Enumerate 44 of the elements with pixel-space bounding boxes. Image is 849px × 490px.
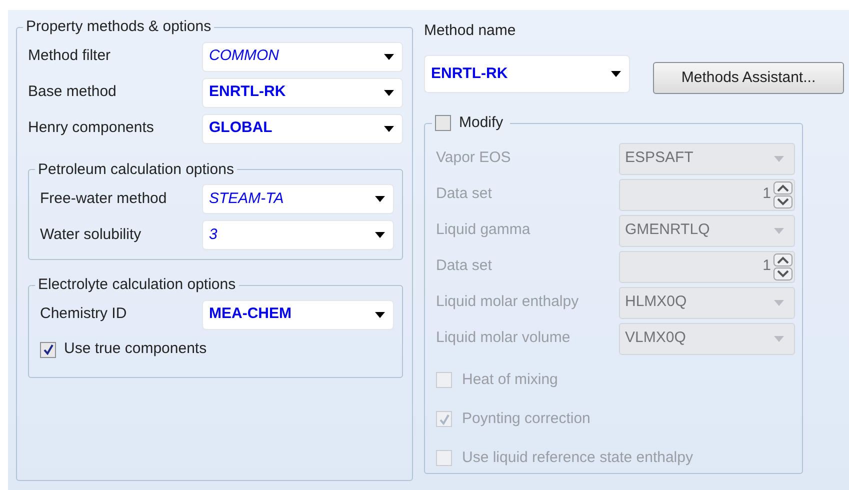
field-label: Vapor EOS — [436, 148, 512, 168]
dropdown-caret-icon — [375, 232, 385, 238]
checkbox-label: Heat of mixing — [462, 370, 558, 390]
field-label: Data set — [436, 256, 493, 276]
dropdown-caret-icon — [375, 312, 385, 318]
field-label: Data set — [436, 184, 493, 204]
field-label: Base method — [28, 82, 118, 102]
field-label: Chemistry ID — [40, 304, 128, 324]
dropdown-caret-icon — [384, 90, 394, 96]
dropdown-caret-icon — [774, 228, 784, 234]
field-label: Method filter — [28, 46, 112, 66]
field-label: Henry components — [28, 118, 155, 138]
dropdown[interactable]: COMMON — [202, 42, 403, 72]
dropdown[interactable]: STEAM-TA — [202, 184, 394, 214]
checkbox[interactable] — [40, 342, 56, 358]
field-label: Liquid molar volume — [436, 328, 572, 348]
dropdown-caret-icon — [384, 126, 394, 132]
dropdown[interactable]: ENRTL-RK — [424, 55, 630, 93]
dropdown-caret-icon — [774, 156, 784, 162]
field-label: Water solubility — [40, 224, 142, 245]
checkbox[interactable] — [435, 115, 451, 132]
dropdown-caret-icon — [774, 300, 784, 306]
checkmark-icon — [42, 344, 54, 355]
field-label: Liquid molar enthalpy — [436, 292, 580, 312]
checkmark-icon — [438, 414, 450, 424]
dropdown[interactable]: ENRTL-RK — [202, 78, 403, 108]
field-label: Liquid gamma — [436, 220, 532, 240]
checkbox-label: Use liquid reference state enthalpy — [462, 448, 693, 468]
group-title: Modify — [459, 113, 504, 133]
dropdown[interactable]: GLOBAL — [202, 114, 403, 144]
group-title: Petroleum calculation options — [37, 160, 235, 180]
dropdown-caret-icon — [384, 54, 394, 60]
dropdown-caret-icon — [375, 196, 385, 202]
methods-assistant-button[interactable]: Methods Assistant... — [653, 62, 844, 94]
field-label: Free-water method — [40, 188, 168, 209]
dropdown-caret-icon — [611, 71, 621, 77]
group-title: Electrolyte calculation options — [37, 275, 237, 295]
checkbox-label: Use true components — [64, 339, 207, 360]
dropdown[interactable]: 3 — [202, 220, 394, 250]
dropdown[interactable]: MEA-CHEM — [202, 300, 394, 330]
group-title: Property methods & options — [25, 17, 212, 37]
method-name-label: Method name — [424, 21, 517, 41]
dropdown-caret-icon — [774, 336, 784, 342]
checkbox-label: Poynting correction — [462, 408, 590, 429]
